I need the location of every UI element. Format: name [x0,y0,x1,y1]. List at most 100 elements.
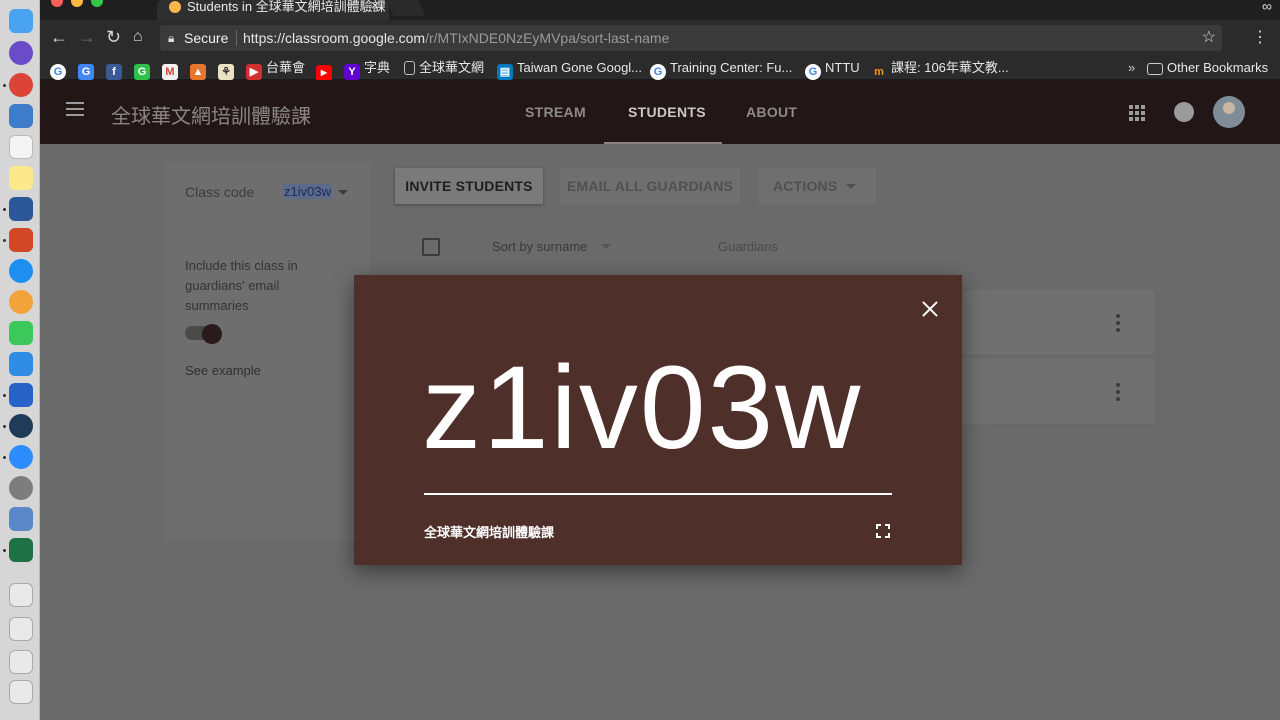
bookmark-item[interactable]: G Training Center: Fu... [650,58,792,80]
browser-tab-bar: Students in 全球華文網培訓體驗課 × ∞ [40,0,1280,20]
word-icon[interactable] [9,197,33,221]
bookmark-item[interactable]: Y 字典 [344,58,390,80]
row-more-icon[interactable] [1116,383,1120,401]
notes-icon[interactable] [9,166,33,190]
bookmark-star-icon[interactable]: ☆ [1202,25,1216,51]
facebook-icon: f [106,64,122,80]
avatar[interactable] [1213,96,1245,128]
modal-divider [424,493,892,495]
class-code-card [165,162,370,540]
bookmark-red-icon: ▶ [246,64,262,80]
bookmark-item[interactable]: ▤ Taiwan Gone Googl... [497,58,642,80]
bookmark-facebook[interactable]: f [106,58,126,80]
tab-stream[interactable]: STREAM [525,104,586,120]
incognito-profile-icon[interactable]: ∞ [1262,0,1272,14]
tab-students[interactable]: STUDENTS [628,104,706,120]
moodle-icon: m [874,66,884,78]
class-code-value[interactable]: z1iv03w [283,184,332,199]
reload-icon[interactable]: ↻ [106,28,121,46]
gmail-icon: M [162,64,178,80]
bookmark-item[interactable]: 全球華文網 [404,58,484,78]
facetime-icon[interactable] [9,321,33,345]
powerpoint-icon[interactable] [9,228,33,252]
toggle-knob[interactable] [202,324,222,344]
screen-app-icon[interactable] [9,383,33,407]
trello-icon: ▤ [497,64,513,80]
tab-title: Students in 全球華文網培訓體驗課 [187,0,386,14]
zoom-icon[interactable] [9,445,33,469]
menu-icon[interactable] [66,102,84,116]
chrome-icon[interactable] [9,73,33,97]
document-icon[interactable] [9,583,33,607]
browser-menu-icon[interactable]: ⋮ [1252,27,1268,47]
include-guardian-summary-text: Include this class in guardians' email s… [185,258,298,313]
maximize-window-button[interactable] [91,0,103,7]
class-code-dropdown-icon[interactable] [338,190,348,195]
calendar-icon[interactable] [9,135,33,159]
bookmark-app-icon: ⚘ [218,64,234,80]
select-all-checkbox[interactable] [422,238,440,256]
class-title[interactable]: 全球華文網培訓體驗課 [111,100,311,129]
system-preferences-icon[interactable] [9,476,33,500]
actions-dropdown-icon[interactable] [846,184,856,189]
bookmark-google[interactable]: G [50,58,70,80]
keynote-icon[interactable] [9,352,33,376]
bookmark-app[interactable]: ▲ [190,58,210,80]
other-bookmarks[interactable]: Other Bookmarks [1147,58,1268,78]
bookmarks-overflow-icon[interactable]: » [1128,58,1135,78]
excel-icon[interactable] [9,538,33,562]
forward-icon[interactable]: → [78,28,96,46]
app-store-icon[interactable] [9,259,33,283]
back-icon[interactable]: ← [50,28,68,46]
quicktime-icon[interactable] [9,414,33,438]
document-icon[interactable] [9,617,33,641]
invite-students-button[interactable]: INVITE STUDENTS [395,168,543,204]
guardians-column-header: Guardians [718,239,778,254]
minimize-window-button[interactable] [71,0,83,7]
url-text[interactable]: https://classroom.google.com/r/MTIxNDE0N… [243,25,669,51]
secure-label: Secure [184,30,229,46]
lock-icon: 🔒︎ [168,31,175,45]
close-icon[interactable] [920,299,940,319]
notifications-icon[interactable] [1174,102,1194,122]
tab-about[interactable]: ABOUT [746,104,797,120]
sort-dropdown-icon[interactable] [601,244,611,249]
siri-icon[interactable] [9,41,33,65]
actions-button[interactable]: ACTIONS [758,168,876,204]
page-icon [404,61,415,75]
youtube-icon: ▶ [316,65,332,81]
home-icon[interactable]: ⌂ [133,28,143,46]
bookmark-item[interactable]: G NTTU [805,58,860,80]
bookmark-translate[interactable]: G [78,58,98,80]
bookmark-line[interactable]: G [134,58,154,80]
browser-tab-active[interactable]: Students in 全球華文網培訓體驗課 × [157,0,389,20]
bookmark-item[interactable]: m 課程: 106年華文教... [871,58,1009,78]
class-code-label: Class code [185,184,255,200]
fullscreen-icon[interactable] [876,524,890,538]
line-icon: G [134,64,150,80]
bookmark-youtube[interactable]: ▶ [316,58,336,81]
close-window-button[interactable] [51,0,63,7]
class-code-modal: z1iv03w 全球華文網培訓體驗課 [354,275,962,565]
classroom-header: 全球華文網培訓體驗課 STREAM STUDENTS ABOUT [40,80,1280,144]
document-icon[interactable] [9,680,33,704]
see-example-link[interactable]: See example [185,363,261,378]
screenshot-app-icon[interactable] [9,507,33,531]
google-apps-icon[interactable] [1129,105,1145,121]
bookmark-item[interactable]: ▶ 台華會 [246,58,305,80]
google-translate-icon: G [78,64,94,80]
address-bar[interactable]: 🔒︎ Secure https://classroom.google.com/r… [160,25,1222,51]
sort-dropdown[interactable]: Sort by surname [492,239,587,254]
document-icon[interactable] [9,650,33,674]
tab-close-icon[interactable]: × [371,0,379,12]
row-more-icon[interactable] [1116,314,1120,332]
email-all-guardians-button[interactable]: EMAIL ALL GUARDIANS [560,168,740,204]
preview-icon[interactable] [9,104,33,128]
bookmark-gmail[interactable]: M [162,58,182,80]
new-tab-button[interactable] [386,0,426,16]
google-icon: G [50,64,66,80]
bookmark-app[interactable]: ⚘ [218,58,238,80]
yahoo-icon: Y [344,64,360,80]
photos-icon[interactable] [9,290,33,314]
finder-icon[interactable] [9,9,33,33]
